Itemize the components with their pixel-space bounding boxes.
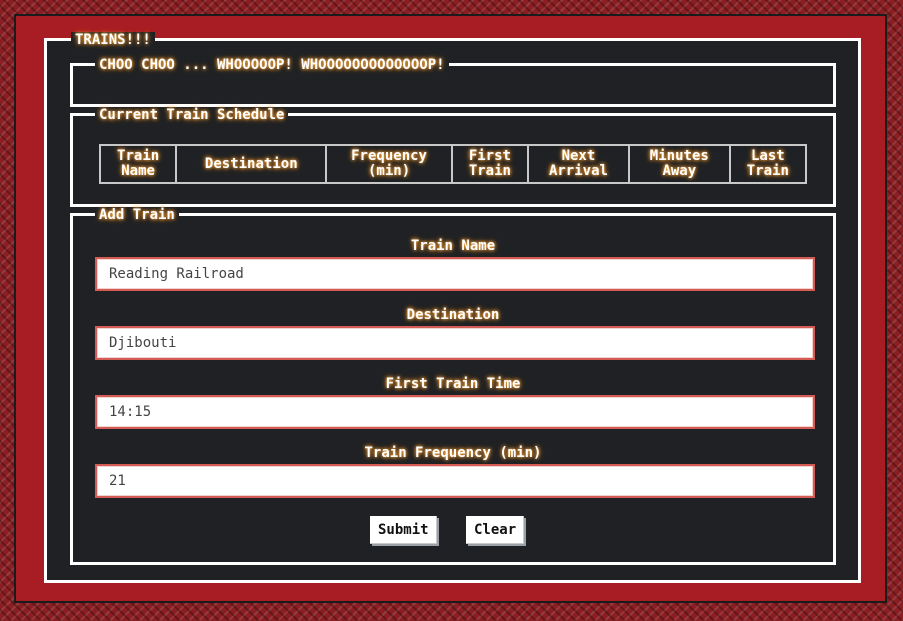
page-title: TRAINS!!!	[71, 32, 155, 48]
schedule-box: Current Train Schedule Train Name Destin…	[70, 107, 836, 207]
main-panel: TRAINS!!! CHOO CHOO ... WHOOOOOP! WHOOOO…	[44, 32, 861, 583]
submit-button[interactable]: Submit	[370, 516, 437, 544]
first-train-time-label: First Train Time	[385, 376, 521, 392]
train-name-label: Train Name	[410, 238, 496, 254]
train-name-input[interactable]	[95, 257, 815, 291]
header-banner: CHOO CHOO ... WHOOOOOP! WHOOOOOOOOOOOOOP…	[95, 57, 449, 73]
first-train-time-input[interactable]	[95, 395, 815, 429]
schedule-table: Train Name Destination Frequency (min) F…	[98, 144, 808, 184]
column-header-frequency: Frequency (min)	[325, 144, 453, 184]
add-train-title: Add Train	[95, 207, 179, 223]
destination-input[interactable]	[95, 326, 815, 360]
column-header-next-arrival: Next Arrival	[527, 144, 630, 184]
schedule-title: Current Train Schedule	[95, 107, 289, 123]
column-header-last-train: Last Train	[728, 144, 808, 184]
column-header-destination: Destination	[175, 144, 328, 184]
destination-label: Destination	[406, 307, 500, 323]
header-box: CHOO CHOO ... WHOOOOOP! WHOOOOOOOOOOOOOP…	[70, 57, 836, 107]
train-frequency-label: Train Frequency (min)	[364, 445, 542, 461]
clear-button[interactable]: Clear	[466, 516, 525, 544]
column-header-first-train: First Train	[450, 144, 530, 184]
schedule-header-row: Train Name Destination Frequency (min) F…	[98, 144, 808, 184]
add-train-box: Add Train Train Name Destination First T…	[70, 207, 836, 565]
train-frequency-input[interactable]	[95, 464, 815, 498]
column-header-minutes-away: Minutes Away	[627, 144, 731, 184]
outer-frame: TRAINS!!! CHOO CHOO ... WHOOOOOP! WHOOOO…	[14, 14, 887, 603]
column-header-train-name: Train Name	[98, 144, 178, 184]
